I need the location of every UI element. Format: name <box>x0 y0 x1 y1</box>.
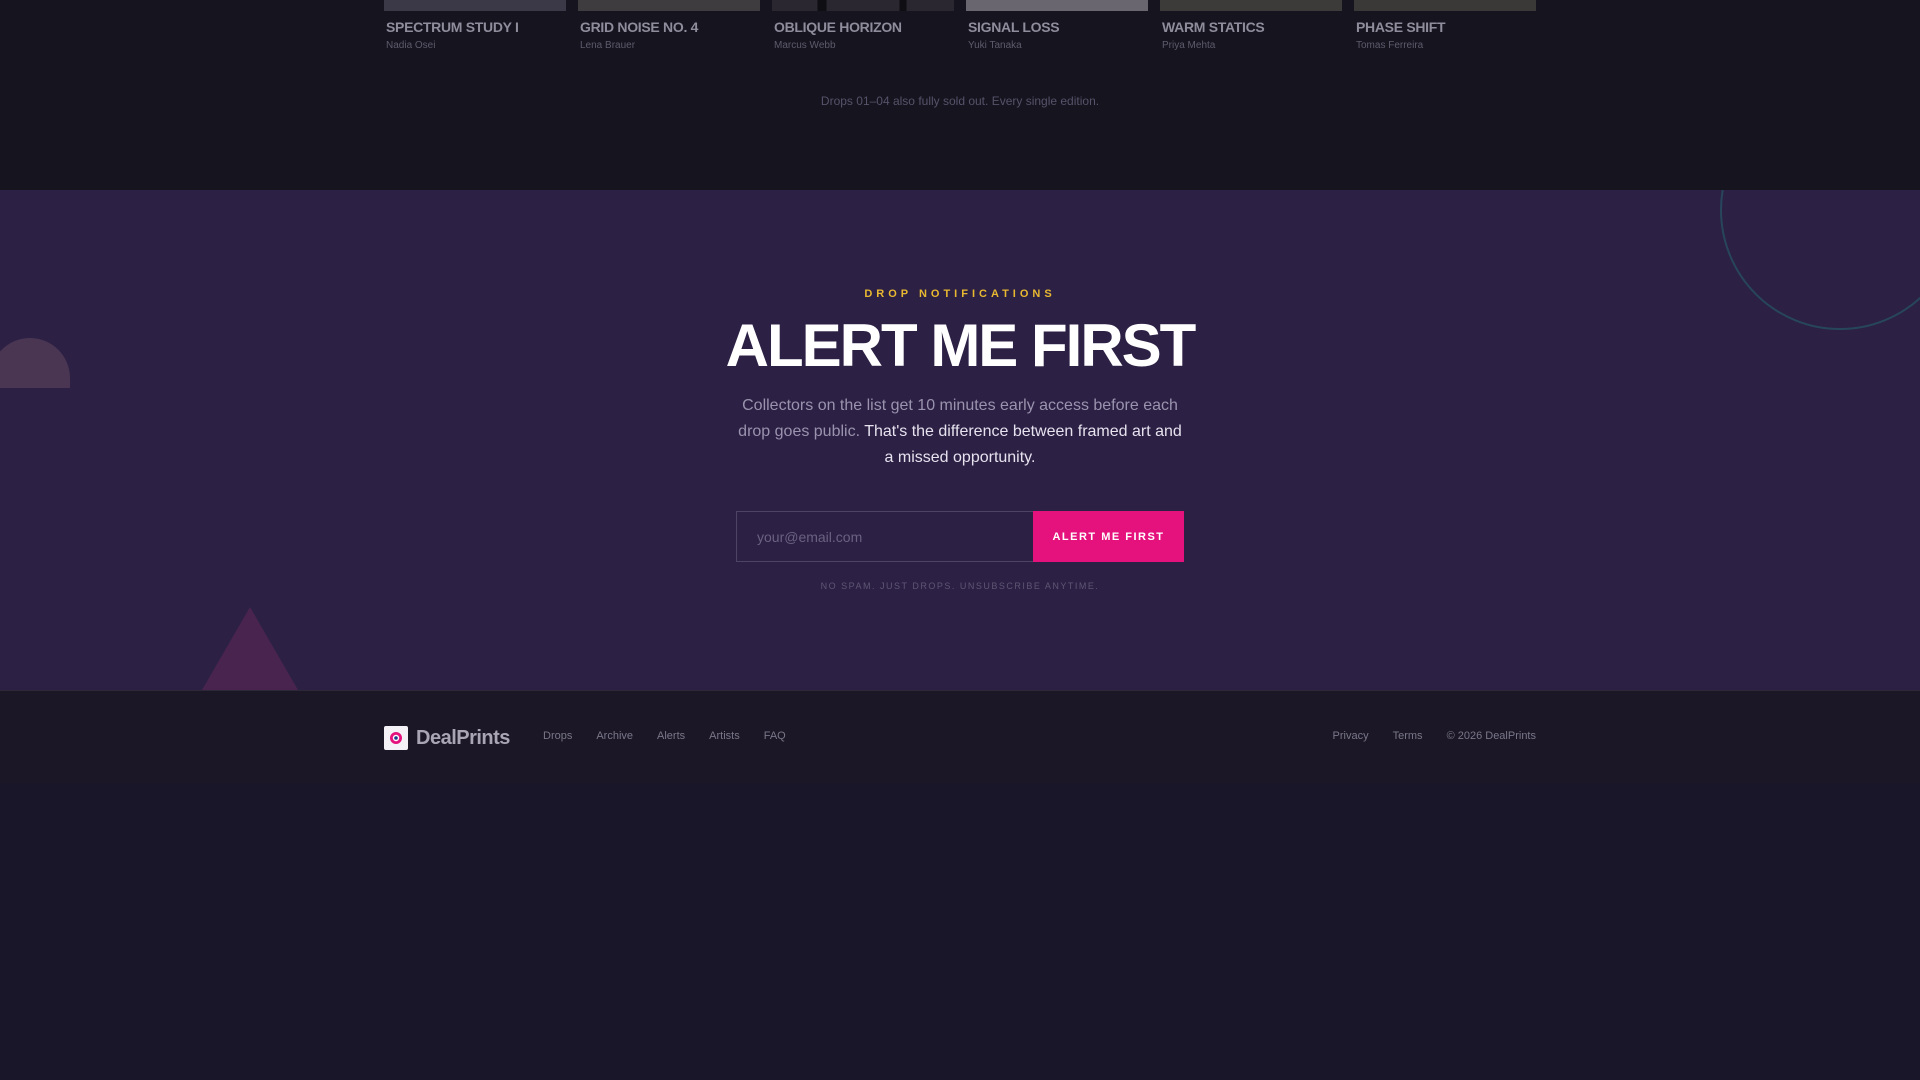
footer-link-alerts[interactable]: Alerts <box>657 730 685 742</box>
privacy-link[interactable]: Privacy <box>1333 730 1369 742</box>
footer-link-faq[interactable]: FAQ <box>764 730 786 742</box>
card-thumbnail[interactable] <box>966 0 1148 11</box>
archive-card[interactable]: SPECTRUM STUDY I Nadia Osei <box>384 0 566 60</box>
alert-me-first-button[interactable]: ALERT ME FIRST <box>1033 511 1184 562</box>
eye-logo-icon <box>384 726 408 750</box>
card-artist: Lena Brauer <box>580 40 636 51</box>
card-title: OBLIQUE HORIZON <box>774 19 902 35</box>
card-title: SIGNAL LOSS <box>968 19 1060 35</box>
signup-form: ALERT ME FIRST <box>736 511 1184 562</box>
card-title: PHASE SHIFT <box>1356 19 1446 35</box>
email-input[interactable] <box>736 511 1033 562</box>
card-thumbnail[interactable] <box>772 0 954 11</box>
lead-emphasis-text: That's the difference between framed art… <box>864 423 1182 466</box>
section-lead: Collectors on the list get 10 minutes ea… <box>735 393 1185 471</box>
decorative-circle <box>1720 190 1920 330</box>
card-title: SPECTRUM STUDY I <box>386 19 519 35</box>
decorative-triangle <box>202 607 298 690</box>
footer-link-archive[interactable]: Archive <box>596 730 633 742</box>
card-thumbnail[interactable] <box>1354 0 1536 11</box>
page: SPECTRUM STUDY I Nadia Osei GRID NOISE N… <box>0 0 1920 1080</box>
archive-card[interactable]: PHASE SHIFT Tomas Ferreira <box>1354 0 1536 60</box>
card-artist: Tomas Ferreira <box>1356 40 1424 51</box>
copyright-text: © 2026 DealPrints <box>1446 730 1536 742</box>
card-artist: Marcus Webb <box>774 40 836 51</box>
card-title: GRID NOISE NO. 4 <box>580 19 699 35</box>
archive-card[interactable]: OBLIQUE HORIZON Marcus Webb <box>772 0 954 60</box>
page-bottom-empty-area <box>0 783 1920 1080</box>
alert-section: DROP NOTIFICATIONS ALERT ME FIRST Collec… <box>0 190 1920 690</box>
archive-card[interactable]: SIGNAL LOSS Yuki Tanaka <box>966 0 1148 60</box>
card-thumbnail[interactable] <box>578 0 760 11</box>
sold-out-note: Drops 01–04 also fully sold out. Every s… <box>820 94 1100 108</box>
card-artist: Nadia Osei <box>386 40 436 51</box>
card-title: WARM STATICS <box>1162 19 1265 35</box>
archive-card-list: SPECTRUM STUDY I Nadia Osei GRID NOISE N… <box>384 0 1536 60</box>
card-artist: Priya Mehta <box>1162 40 1216 51</box>
card-thumbnail[interactable] <box>1160 0 1342 11</box>
card-artist: Yuki Tanaka <box>968 40 1022 51</box>
archive-card[interactable]: WARM STATICS Priya Mehta <box>1160 0 1342 60</box>
section-headline: ALERT ME FIRST <box>725 312 1197 379</box>
card-thumbnail[interactable] <box>384 0 566 11</box>
footer-brand-link[interactable]: DealPrints <box>384 726 510 750</box>
section-eyebrow: DROP NOTIFICATIONS <box>864 288 1056 300</box>
terms-link[interactable]: Terms <box>1393 730 1423 742</box>
signup-fineprint: NO SPAM. JUST DROPS. UNSUBSCRIBE ANYTIME… <box>820 581 1100 591</box>
site-footer: DealPrints Drops Archive Alerts Artists … <box>0 690 1920 783</box>
footer-link-drops[interactable]: Drops <box>543 730 572 742</box>
footer-legal: Privacy Terms © 2026 DealPrints <box>1333 730 1536 742</box>
brand-name: DealPrints <box>416 726 510 749</box>
archive-section: SPECTRUM STUDY I Nadia Osei GRID NOISE N… <box>0 0 1920 190</box>
footer-link-artists[interactable]: Artists <box>709 730 740 742</box>
archive-card[interactable]: GRID NOISE NO. 4 Lena Brauer <box>578 0 760 60</box>
footer-nav: Drops Archive Alerts Artists FAQ <box>543 730 786 742</box>
